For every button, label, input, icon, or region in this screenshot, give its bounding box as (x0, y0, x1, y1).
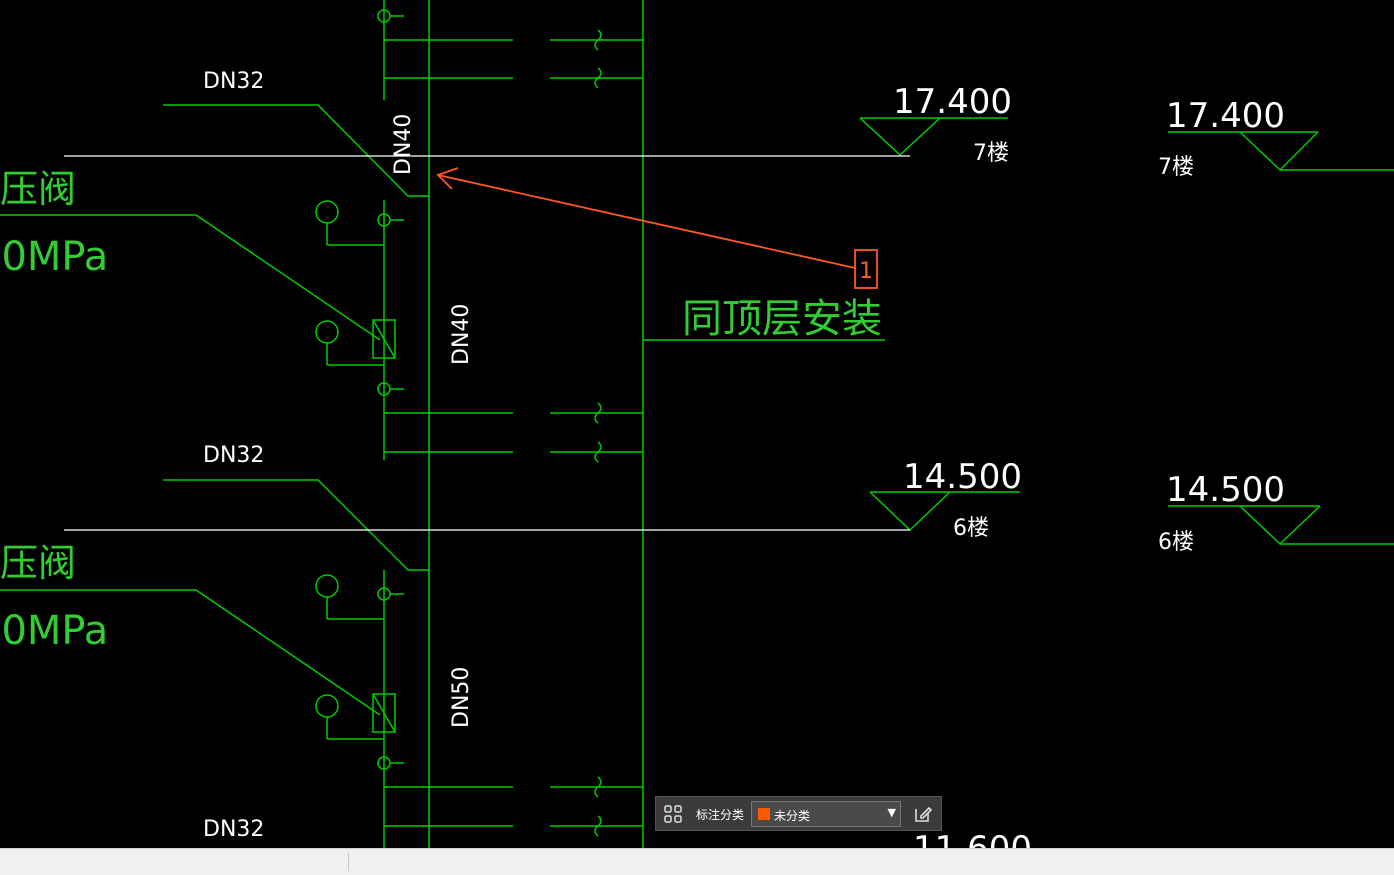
pipe-label: DN32 (203, 817, 264, 842)
category-color-swatch (758, 808, 770, 820)
level-elevation: 14.500 (1166, 470, 1285, 510)
status-bar (0, 848, 1394, 875)
level-floor: 6楼 (953, 516, 989, 541)
valve-label: 减压阀 (0, 167, 76, 211)
category-select[interactable]: 未分类 ▼ (751, 801, 901, 827)
cad-drawing-canvas[interactable]: 1 DN32 DN32 DN32 DN40 DN40 DN50 17.400 7… (0, 0, 1394, 848)
pipe-label: DN32 (203, 443, 264, 468)
status-separator (348, 853, 349, 871)
pipe-label: DN32 (203, 69, 264, 94)
level-elevation: 11.600 (913, 829, 1032, 848)
riser-label: DN40 (391, 114, 416, 175)
dropdown-caret-icon[interactable]: ▼ (888, 806, 896, 819)
category-label: 标注分类 (696, 808, 745, 822)
riser-label: DN50 (449, 667, 474, 728)
annotation-arrow[interactable] (436, 167, 856, 269)
level-elevation: 17.400 (1166, 96, 1285, 136)
level-elevation: 14.500 (903, 457, 1022, 497)
level-floor: 7楼 (973, 141, 1009, 166)
level-elevation: 17.400 (893, 82, 1012, 122)
floor-lines (64, 155, 910, 531)
valve-label: 减压阀 (0, 541, 76, 585)
grid-icon[interactable] (664, 805, 682, 823)
level-floor: 6楼 (1158, 530, 1194, 555)
pressure-label: 20MPa (0, 608, 108, 654)
install-note: 同顶层安装 (682, 296, 882, 342)
category-selected-value: 未分类 (774, 809, 811, 823)
level-floor: 7楼 (1158, 155, 1194, 180)
annotation-toolbar: 标注分类 未分类 ▼ (655, 796, 942, 831)
annotation-callout[interactable]: 1 (854, 249, 878, 289)
pressure-label: 20MPa (0, 234, 108, 280)
riser-label: DN40 (449, 304, 474, 365)
edit-note-icon[interactable] (912, 803, 934, 825)
callout-number: 1 (859, 259, 873, 284)
